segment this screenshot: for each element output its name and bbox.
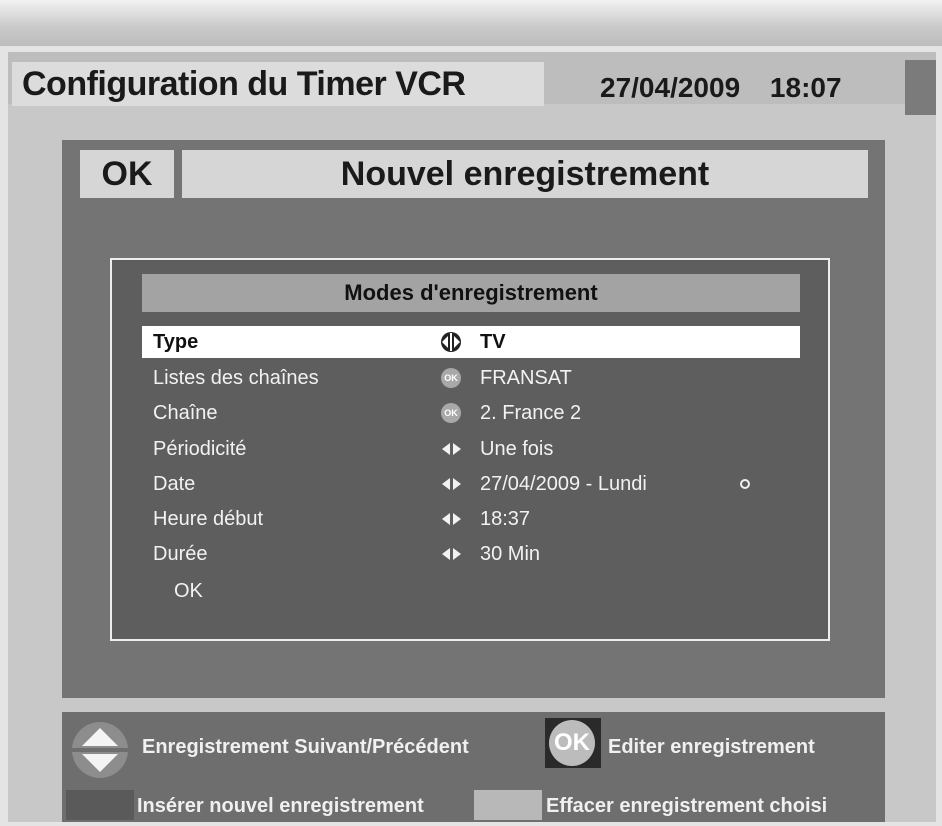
current-date: 27/04/2009 <box>600 72 741 103</box>
page-title: Configuration du Timer VCR <box>22 64 466 103</box>
date-time: 27/04/2009 18:07 <box>600 72 842 104</box>
row-label: Heure début <box>153 508 264 530</box>
dialog-title: Nouvel enregistrement <box>182 150 868 198</box>
row-value: 27/04/2009 - Lundi <box>480 473 647 495</box>
left-right-arrows-icon <box>438 544 464 564</box>
row-duration[interactable]: Durée 30 Min <box>142 538 800 570</box>
current-time: 18:07 <box>769 72 842 103</box>
insert-color-key-icon <box>66 790 134 820</box>
ok-key-icon: OK <box>545 718 601 768</box>
row-label: Durée <box>153 543 208 565</box>
left-right-arrows-icon <box>438 474 464 494</box>
row-value: 30 Min <box>480 543 541 565</box>
ok-button-icon: OK <box>438 368 464 388</box>
row-value: FRANSAT <box>480 367 572 389</box>
ok-button-icon: OK <box>438 403 464 423</box>
row-periodicity[interactable]: Périodicité Une fois <box>142 433 800 465</box>
up-down-arrows-icon <box>72 722 128 778</box>
top-edge <box>0 0 942 46</box>
corner-tab <box>905 60 936 115</box>
calendar-dot-icon <box>740 479 750 489</box>
row-type[interactable]: Type TV <box>142 326 800 358</box>
left-right-arrows-icon <box>438 509 464 529</box>
row-label: Listes des chaînes <box>153 367 319 389</box>
left-right-circle-icon <box>438 332 464 352</box>
left-right-arrows-icon <box>438 439 464 459</box>
delete-color-key-icon <box>474 790 542 820</box>
confirm-ok-button[interactable]: OK <box>174 580 203 603</box>
row-start-time[interactable]: Heure début 18:37 <box>142 503 800 535</box>
row-date[interactable]: Date 27/04/2009 - Lundi <box>142 468 800 500</box>
row-value: Une fois <box>480 438 554 460</box>
nav-hint: Enregistrement Suivant/Précédent <box>142 736 469 758</box>
row-label: Date <box>153 473 196 495</box>
row-value: 2. France 2 <box>480 402 582 424</box>
ok-indicator[interactable]: OK <box>80 150 174 198</box>
row-label: Chaîne <box>153 402 218 424</box>
insert-hint: Insérer nouvel enregistrement <box>137 795 424 817</box>
row-channel[interactable]: Chaîne OK 2. France 2 <box>142 397 800 429</box>
edit-hint: Editer enregistrement <box>608 736 815 758</box>
row-channel-lists[interactable]: Listes des chaînes OK FRANSAT <box>142 362 800 394</box>
delete-hint: Effacer enregistrement choisi <box>546 795 828 817</box>
row-value: TV <box>480 331 506 353</box>
row-value: 18:37 <box>480 508 531 530</box>
modes-title: Modes d'enregistrement <box>142 274 800 312</box>
row-label: Type <box>153 331 199 353</box>
row-label: Périodicité <box>153 438 247 460</box>
page-title-box: Configuration du Timer VCR <box>12 62 544 106</box>
